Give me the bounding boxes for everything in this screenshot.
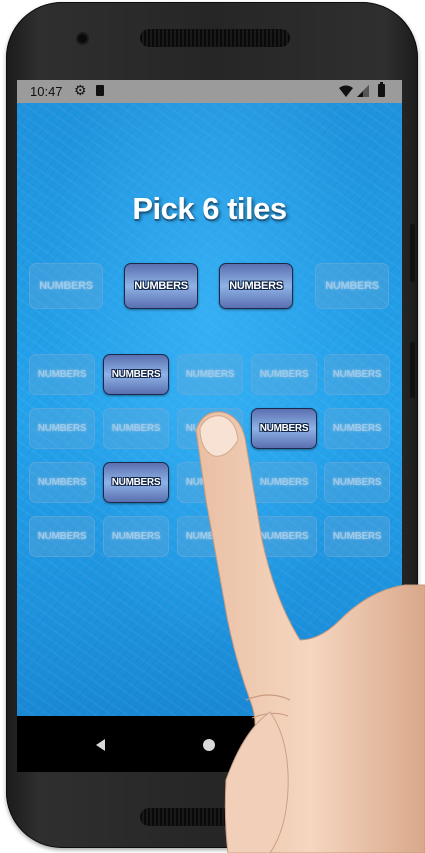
pointing-hand-illustration xyxy=(195,411,425,853)
